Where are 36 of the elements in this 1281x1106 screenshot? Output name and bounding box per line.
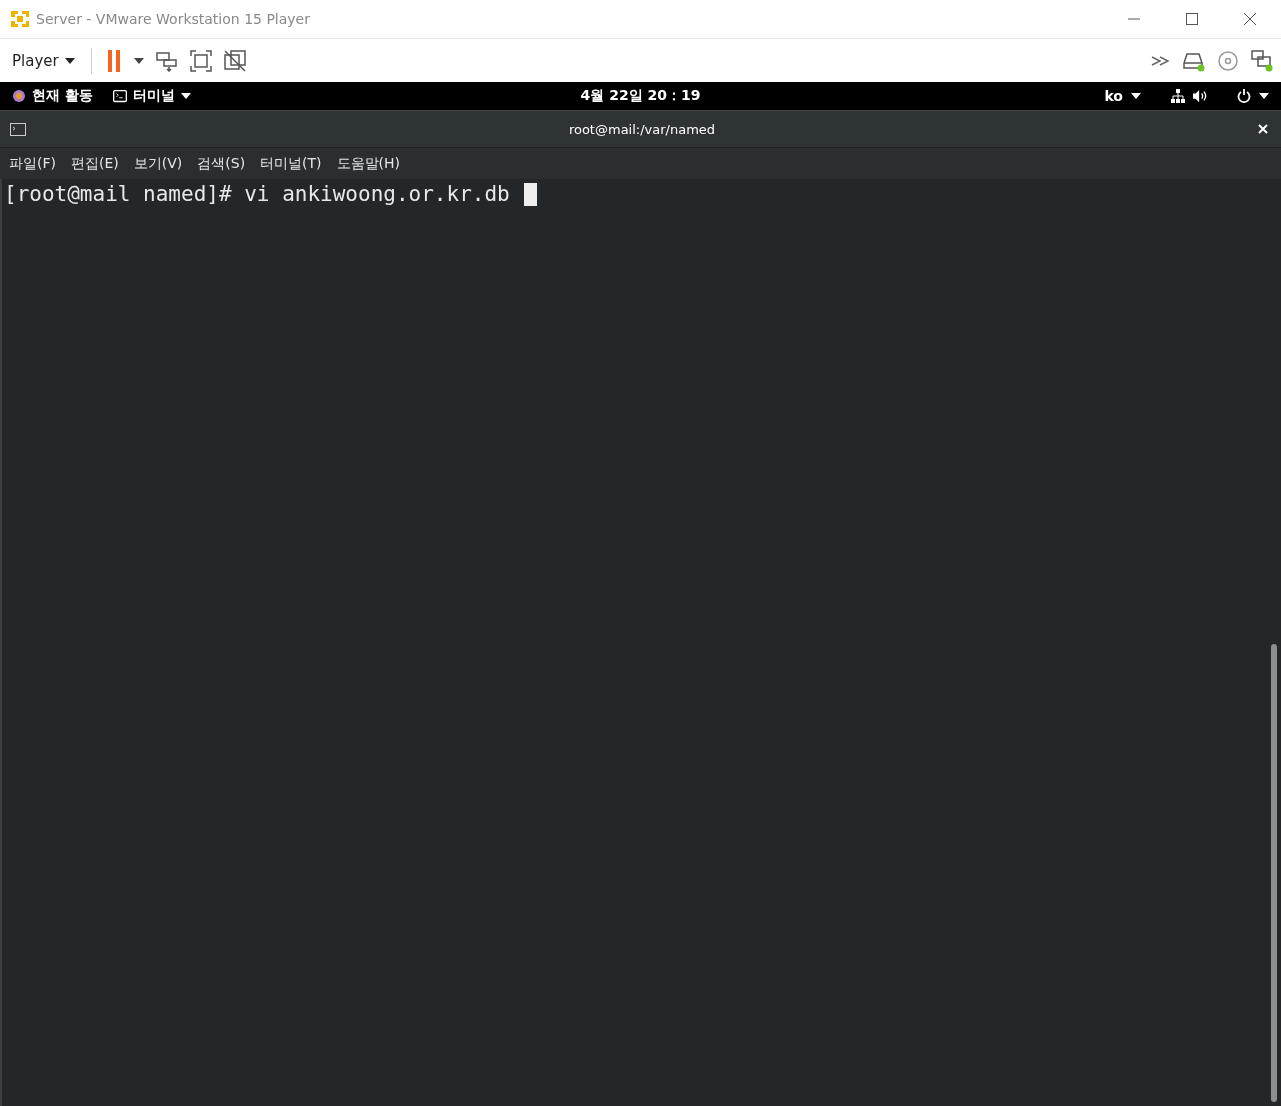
fullscreen-icon[interactable] <box>189 49 212 72</box>
input-source[interactable]: ko <box>1104 88 1123 104</box>
activities-label[interactable]: 현재 활동 <box>32 87 93 105</box>
terminal-icon <box>112 89 127 103</box>
menu-item[interactable]: 파일(F) <box>3 154 62 173</box>
terminal-title: root@mail:/var/named <box>567 121 717 137</box>
volume-icon[interactable] <box>1193 89 1207 103</box>
caret-icon[interactable] <box>180 93 191 99</box>
player-menu[interactable]: Player <box>8 49 79 72</box>
caret-icon <box>64 57 75 64</box>
send-keys-icon[interactable] <box>155 49 178 72</box>
maximize-icon[interactable] <box>1186 13 1198 25</box>
app-logo-icon <box>10 9 30 29</box>
power-icon[interactable] <box>1237 89 1251 103</box>
caret-icon[interactable] <box>1131 93 1141 99</box>
app-menu-label[interactable]: 터미널 <box>132 87 175 105</box>
cd-icon[interactable] <box>1217 49 1239 72</box>
menu-item[interactable]: 편집(E) <box>65 154 125 173</box>
menu-item[interactable]: 보기(V) <box>127 154 189 173</box>
text-cursor <box>524 182 538 206</box>
caret-icon[interactable] <box>1259 93 1269 99</box>
network-icon[interactable] <box>1171 89 1185 103</box>
unity-icon[interactable] <box>223 49 246 72</box>
terminal-icon <box>10 122 26 136</box>
caret-icon[interactable] <box>133 57 144 64</box>
network-adapter-icon[interactable] <box>1251 49 1273 72</box>
close-icon[interactable] <box>1244 13 1256 25</box>
menu-item[interactable]: 터미널(T) <box>254 154 328 173</box>
window-title: Server - VMware Workstation 15 Player <box>36 11 310 27</box>
terminal-line: [root@mail named]# vi ankiwoong.or.kr.db <box>4 182 511 206</box>
menu-item[interactable]: 검색(S) <box>191 154 252 173</box>
chevron-icon[interactable] <box>1151 54 1171 67</box>
menu-item[interactable]: 도움말(H) <box>330 154 407 173</box>
scrollbar-thumb[interactable] <box>1271 644 1277 1102</box>
clock[interactable]: 4월 22일 20：19 <box>580 87 701 105</box>
activities-icon[interactable] <box>12 89 26 103</box>
